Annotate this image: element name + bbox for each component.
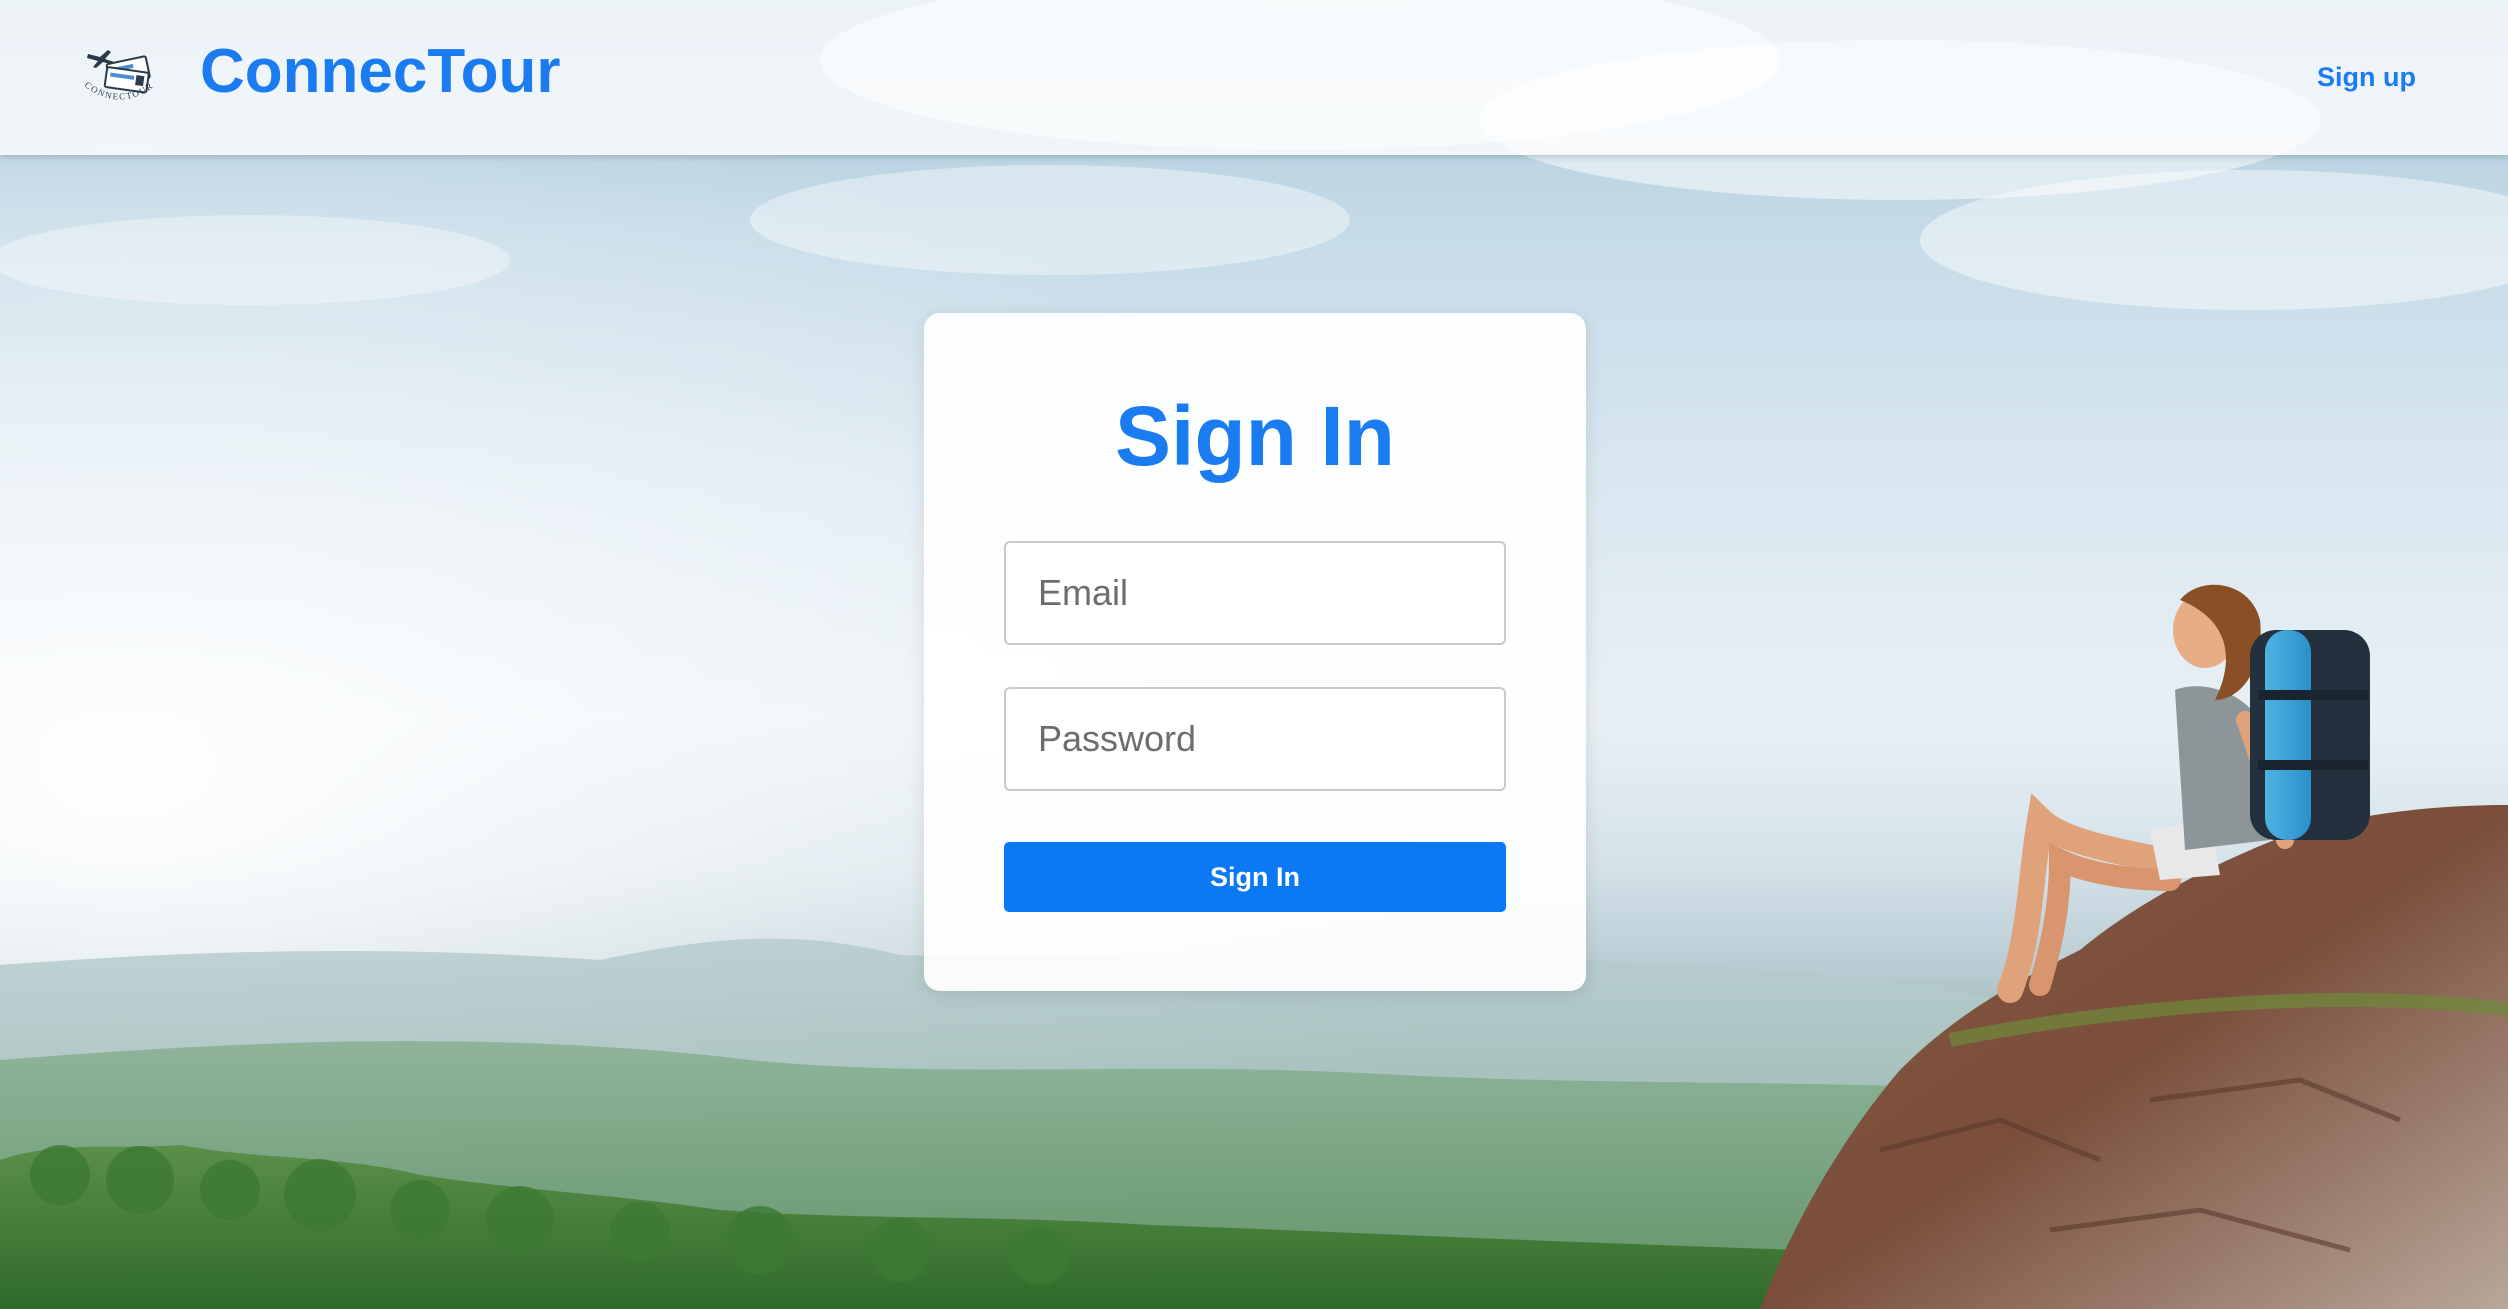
signin-title: Sign In — [1115, 389, 1395, 483]
brand-logo[interactable]: CONNECTOUR — [78, 40, 162, 110]
signin-button[interactable]: Sign In — [1004, 842, 1506, 912]
top-navbar: CONNECTOUR ConnecTour Sign up — [0, 0, 2508, 155]
signin-card: Sign In Sign In — [924, 313, 1586, 991]
tickets-plane-logo-icon: CONNECTOUR — [83, 50, 154, 102]
brand-name[interactable]: ConnecTour — [200, 36, 561, 107]
email-input[interactable] — [1004, 541, 1506, 645]
password-input[interactable] — [1004, 687, 1506, 791]
signup-link[interactable]: Sign up — [2317, 62, 2416, 93]
